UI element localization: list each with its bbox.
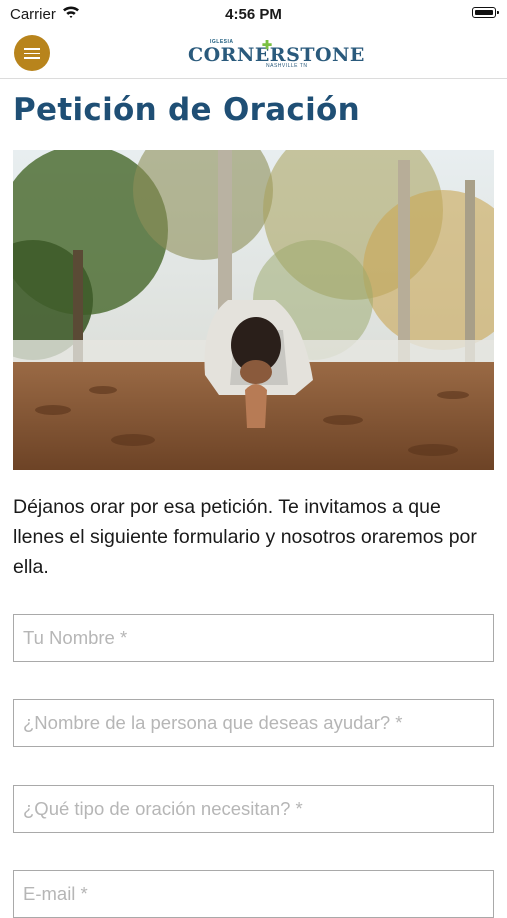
email-input[interactable] [14,871,493,917]
name-field[interactable] [13,614,494,662]
menu-icon [24,48,40,50]
app-header: IGLESIA CORNERSTONE ✚ NASHVILLE TN [0,30,507,79]
prayer-type-input[interactable] [14,786,493,832]
status-bar: Carrier 4:56 PM [0,0,507,30]
page-title: Petición de Oración [13,92,360,128]
menu-button[interactable] [14,35,50,71]
intro-text: Déjanos orar por esa petición. Te invita… [13,496,477,578]
battery-icon [472,7,499,18]
clock: 4:56 PM [225,6,282,23]
email-field[interactable] [13,870,494,918]
prayer-photo [13,150,494,470]
person-field[interactable] [13,699,494,747]
cornerstone-logo[interactable]: IGLESIA CORNERSTONE ✚ NASHVILLE TN [188,38,364,70]
person-name-input[interactable] [14,700,493,746]
name-input[interactable] [14,615,493,661]
prayer-type-field[interactable] [13,785,494,833]
cross-icon: ✚ [262,38,273,52]
